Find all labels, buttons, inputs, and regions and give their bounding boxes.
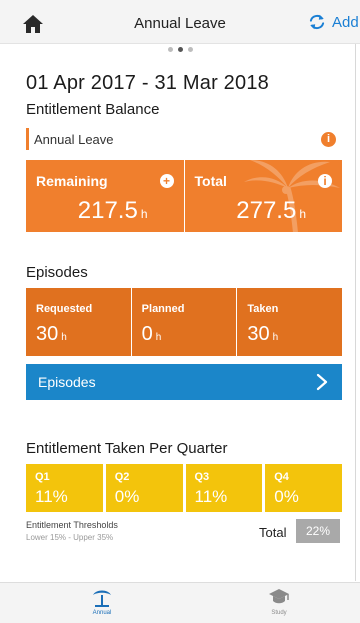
quarter-value: 0% [114,487,140,506]
add-circle-icon[interactable]: + [159,174,174,188]
requested-number: 30 [36,323,59,345]
total-value: 277.5 h [236,197,306,225]
tab-study-label: Study [271,610,287,616]
annual-leave-screen: Annual Leave Add 01 Apr 2017 - 31 Mar 20… [0,0,360,623]
remaining-card[interactable]: Remaining + 217.5 h [26,160,184,232]
add-button[interactable]: Add [308,13,359,31]
quarter-card-q1[interactable]: Q1 11% [26,464,103,512]
top-bar: Annual Leave Add [0,0,360,44]
episodes-button[interactable]: Episodes [26,364,342,400]
add-button-label: Add [332,13,359,31]
home-icon[interactable] [22,14,44,34]
planned-label: Planned [141,303,185,315]
period-separator: - [141,72,149,94]
requested-label: Requested [36,303,93,315]
planned-card[interactable]: Planned 0h [130,288,237,356]
quarter-total-badge: 22% [296,519,340,543]
quarter-value: 11% [35,487,68,506]
graduation-cap-icon [269,589,289,604]
total-label: Total [194,173,227,189]
tab-study[interactable]: Study [249,587,309,621]
quarter-card-q3[interactable]: Q3 11% [185,464,263,512]
total-number: 277.5 [236,197,297,224]
episodes-title: Episodes [26,264,88,281]
thresholds-title: Entitlement Thresholds [26,520,118,530]
taken-unit: h [272,332,279,343]
quarter-card-q2[interactable]: Q2 0% [105,464,183,512]
leave-type-accent [26,128,29,150]
quarter-label: Q3 [194,471,210,483]
planned-number: 0 [141,323,153,345]
page-title: Annual Leave [134,15,226,32]
thresholds-range: Lower 15% - Upper 35% [26,533,114,542]
period-end: 31 Mar 2018 [154,72,269,94]
taken-card[interactable]: Taken 30 h [236,288,342,356]
taken-number: 30 [247,323,270,345]
info-circle-icon[interactable]: i [318,174,332,188]
period-start: 01 Apr 2017 [26,72,137,94]
entitlement-balance-cards: Remaining + 217.5 h Total i 277.5 h [26,160,342,232]
tab-annual[interactable]: Annual [72,587,132,621]
bottom-tab-bar: Annual Study [0,582,360,623]
remaining-label: Remaining [36,173,108,189]
episodes-button-label: Episodes [38,374,96,390]
info-icon[interactable]: i [321,132,336,147]
period-range: 01 Apr 2017 - 31 Mar 2018 [26,72,269,95]
total-unit: h [299,207,306,221]
planned-unit: h [155,332,162,343]
quarter-cards: Q1 11% Q2 0% Q3 11% Q4 0% [26,464,342,512]
remaining-number: 217.5 [77,197,138,224]
quarter-card-q4[interactable]: Q4 0% [265,464,342,512]
palm-tree-icon [93,590,111,607]
remaining-unit: h [140,207,148,221]
requested-value: 30 h [36,323,67,346]
page-indicator[interactable] [0,47,360,52]
planned-value: 0h [142,323,162,346]
episodes-cards: Requested 30 h Planned 0h Taken 30 h [26,288,342,356]
entitlement-balance-title: Entitlement Balance [26,101,160,118]
taken-value: 30 h [247,323,278,346]
quarter-label: Q1 [35,471,50,483]
quarters-title: Entitlement Taken Per Quarter [26,440,228,457]
quarter-label: Q2 [114,471,130,483]
taken-label: Taken [247,303,279,315]
requested-unit: h [61,332,67,343]
page-dot-active[interactable] [177,47,183,52]
total-card[interactable]: Total i 277.5 h [183,160,343,232]
quarter-total-label: Total [259,525,287,540]
requested-card[interactable]: Requested 30 h [26,288,131,356]
scroll-edge [355,44,356,581]
leave-type-label: Annual Leave [34,132,114,147]
page-dot[interactable] [187,47,193,52]
quarter-value: 11% [194,487,228,506]
quarter-value: 0% [274,487,299,506]
tab-annual-label: Annual [92,610,112,616]
refresh-icon [309,14,325,30]
chevron-right-icon [316,373,328,391]
leave-type-row: Annual Leave i [26,128,336,150]
page-dot[interactable] [167,47,173,52]
quarter-label: Q4 [274,471,289,483]
remaining-value: 217.5 h [78,197,148,225]
